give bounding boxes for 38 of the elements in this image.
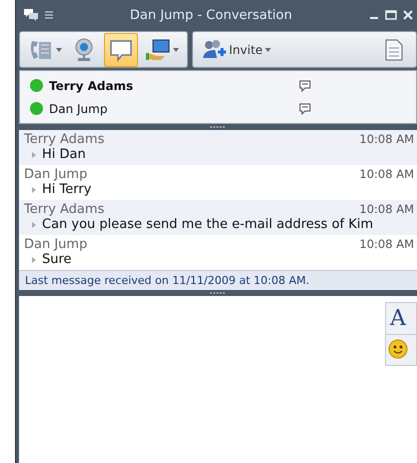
dropdown-caret-icon xyxy=(264,48,271,52)
participant-name[interactable]: Terry Adams xyxy=(49,78,293,92)
message-text: Sure xyxy=(42,252,72,267)
quick-access-menu-icon[interactable] xyxy=(45,11,53,19)
close-icon[interactable] xyxy=(403,10,413,20)
message-sender: Terry Adams xyxy=(24,132,104,147)
message-time: 10:08 AM xyxy=(359,132,414,147)
bullet-icon xyxy=(32,186,36,192)
speech-bubble-icon xyxy=(299,80,311,92)
smiley-icon xyxy=(388,338,408,358)
message-text: Hi Terry xyxy=(42,182,92,197)
status-message: Last message received on 11/11/2009 at 10:08 AM. xyxy=(19,270,417,290)
window-title: Dan Jump - Conversation xyxy=(128,8,294,22)
bullet-icon xyxy=(32,152,36,158)
dropdown-caret-icon xyxy=(56,48,62,52)
participant-name[interactable]: Dan Jump xyxy=(49,102,293,116)
speech-bubble-icon xyxy=(108,38,134,62)
message-sender: Dan Jump xyxy=(24,237,88,252)
message-time: 10:08 AM xyxy=(359,237,414,252)
chat-button[interactable] xyxy=(104,32,138,66)
message-text: Hi Dan xyxy=(42,147,86,162)
speech-bubble-icon xyxy=(299,102,311,114)
webcam-icon xyxy=(73,36,95,62)
bullet-icon xyxy=(32,256,36,262)
bullet-icon xyxy=(32,222,36,228)
message-time: 10:08 AM xyxy=(359,167,414,182)
message-sender: Terry Adams xyxy=(24,202,104,217)
message-text: Can you please send me the e-mail address of Kim xyxy=(42,217,374,232)
message-time: 10:08 AM xyxy=(359,202,414,217)
chat-bubbles-icon[interactable] xyxy=(23,8,39,22)
document-icon xyxy=(384,38,404,62)
maximize-icon[interactable] xyxy=(385,10,397,20)
font-button[interactable]: A xyxy=(386,303,416,335)
screen-share-icon xyxy=(145,38,171,62)
message-sender: Dan Jump xyxy=(24,167,88,182)
invite-button[interactable]: Invite xyxy=(197,32,275,66)
message-input-field[interactable]: A xyxy=(19,296,417,463)
dropdown-caret-icon xyxy=(173,48,179,52)
